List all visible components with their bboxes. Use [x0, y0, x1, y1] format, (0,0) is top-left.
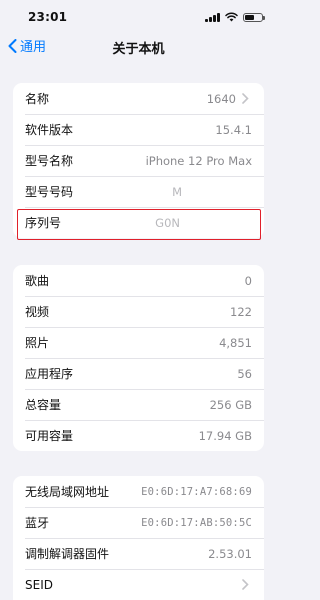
row-value: E0:6D:17:AB:50:5C [141, 516, 252, 529]
row-value: 15.4.1 [215, 122, 252, 137]
model-number-row[interactable]: 型号号码 M [13, 176, 264, 207]
serial-number-row[interactable]: 序列号 G0N [13, 207, 264, 238]
row-value: 56 [237, 366, 252, 381]
row-label: 调制解调器固件 [25, 547, 110, 561]
status-icons [205, 10, 265, 24]
row-label: 型号名称 [25, 154, 74, 168]
settings-screen: 23:01 通用 关于本机 名称 1640 软件版本 15.4.1 型号名称 i… [0, 0, 277, 600]
navigation-bar: 通用 关于本机 [0, 30, 277, 62]
network-group: 无线局域网地址 E0:6D:17:A7:68:69 蓝牙 E0:6D:17:AB… [13, 476, 264, 600]
bluetooth-row: 蓝牙 E0:6D:17:AB:50:5C [13, 507, 264, 538]
row-label: 名称 [25, 92, 50, 106]
videos-row: 视频 122 [13, 296, 264, 327]
row-label: 视频 [25, 305, 50, 319]
model-name-row: 型号名称 iPhone 12 Pro Max [13, 145, 264, 176]
available-row: 可用容量 17.94 GB [13, 420, 264, 451]
row-value: G0N [155, 215, 180, 230]
row-value: 256 GB [209, 397, 252, 412]
battery-icon [243, 12, 265, 22]
row-value: 2.53.01 [208, 546, 252, 561]
chevron-right-icon [242, 579, 252, 590]
songs-row: 歌曲 0 [13, 265, 264, 296]
software-version-row[interactable]: 软件版本 15.4.1 [13, 114, 264, 145]
row-value: 0 [244, 273, 252, 288]
device-info-group: 名称 1640 软件版本 15.4.1 型号名称 iPhone 12 Pro M… [13, 83, 264, 238]
seid-row[interactable]: SEID [13, 569, 264, 600]
page-title: 关于本机 [112, 42, 165, 57]
wifi-icon [225, 12, 238, 22]
status-time: 23:01 [28, 10, 68, 24]
row-label: 无线局域网地址 [25, 485, 110, 499]
row-value: 122 [230, 304, 252, 319]
name-row[interactable]: 名称 1640 [13, 83, 264, 114]
chevron-right-icon [242, 93, 252, 104]
capacity-row: 总容量 256 GB [13, 389, 264, 420]
apps-row: 应用程序 56 [13, 358, 264, 389]
media-storage-group: 歌曲 0 视频 122 照片 4,851 应用程序 56 总容量 256 GB … [13, 265, 264, 451]
row-label: 序列号 [25, 216, 62, 230]
wifi-address-row: 无线局域网地址 E0:6D:17:A7:68:69 [13, 476, 264, 507]
row-label: SEID [25, 577, 53, 592]
row-value: 17.94 GB [198, 428, 252, 443]
row-value: E0:6D:17:A7:68:69 [141, 485, 252, 498]
row-value: iPhone 12 Pro Max [145, 153, 252, 168]
row-value: 4,851 [219, 335, 252, 350]
status-bar: 23:01 [0, 0, 277, 30]
row-label: 型号号码 [25, 185, 74, 199]
row-label: 软件版本 [25, 123, 74, 137]
photos-row: 照片 4,851 [13, 327, 264, 358]
row-label: 可用容量 [25, 429, 74, 443]
modem-firmware-row: 调制解调器固件 2.53.01 [13, 538, 264, 569]
row-value: M [172, 184, 182, 199]
row-label: 总容量 [25, 398, 62, 412]
row-label: 歌曲 [25, 274, 50, 288]
row-label: 照片 [25, 336, 50, 350]
row-label: 蓝牙 [25, 516, 50, 530]
cellular-signal-icon [205, 12, 220, 22]
row-value: 1640 [206, 91, 236, 106]
row-label: 应用程序 [25, 367, 74, 381]
